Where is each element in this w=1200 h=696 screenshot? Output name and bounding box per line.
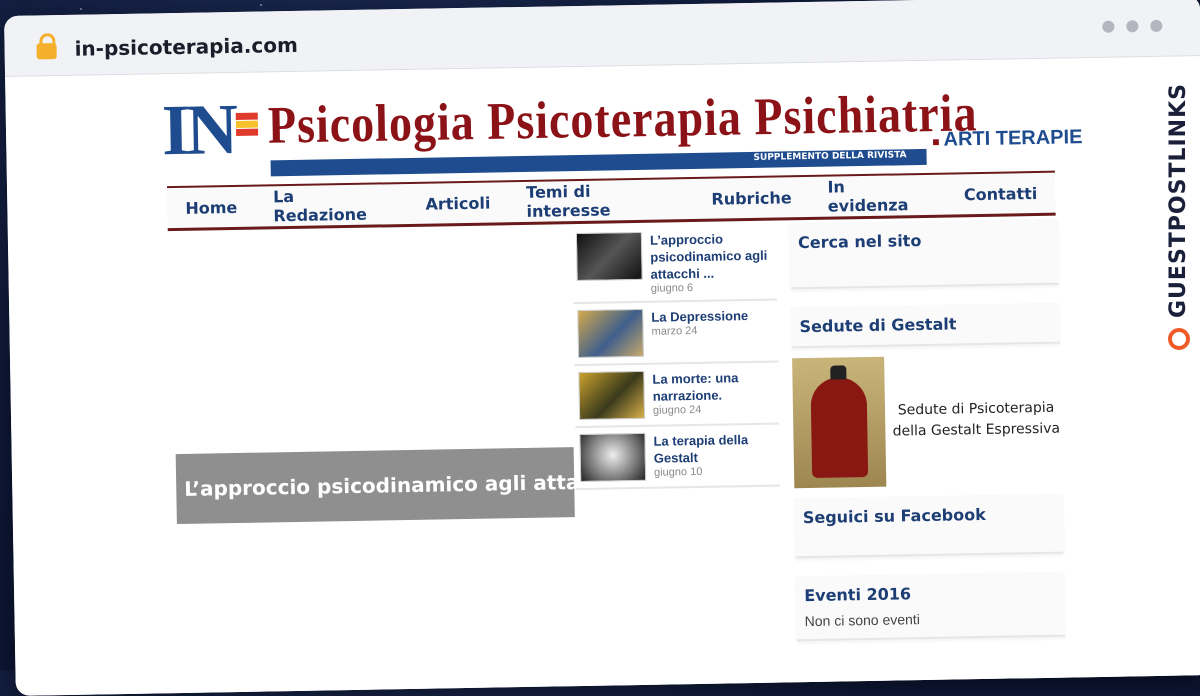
article-date: giugno 10 — [653, 465, 703, 479]
window-dot-icon[interactable] — [1126, 20, 1139, 33]
nav-contatti[interactable]: Contatti — [946, 183, 1056, 204]
guestpostlinks-watermark: GUESTPOSTLINKS — [1166, 83, 1191, 350]
facebook-title: Seguici su Facebook — [802, 504, 986, 528]
arti-flag-icon: ■ — [932, 134, 940, 149]
web-page: IN Psicologia Psicoterapia Psichiatria S… — [5, 56, 1200, 696]
list-item[interactable]: La terapia della Gestalt giugno 10 — [575, 424, 781, 491]
arti-terapie-label: ARTI TERAPIE — [943, 126, 1083, 151]
article-title[interactable]: La morte: una narrazione. — [652, 369, 775, 405]
gestalt-widget: Sedute di Gestalt — [791, 302, 1060, 349]
nav-rubriche[interactable]: Rubriche — [693, 187, 810, 208]
nav-la-redazione[interactable]: La Redazione — [255, 185, 408, 226]
gestalt-title: Sedute di Gestalt — [799, 314, 957, 337]
browser-window: in-psicoterapia.com IN Psicologia Psicot… — [4, 0, 1200, 696]
search-title: Cerca nel sito — [797, 231, 922, 253]
article-title[interactable]: La terapia della Gestalt — [653, 431, 776, 467]
site-title: Psicologia Psicoterapia Psichiatria — [267, 83, 978, 155]
list-item[interactable]: L’approccio psicodinamico agli attacchi … — [571, 223, 778, 305]
nav-in-evidenza[interactable]: In evidenza — [809, 176, 946, 216]
window-controls — [1102, 19, 1163, 33]
gestalt-image — [792, 356, 887, 489]
supplement-label: SUPPLEMENTO DELLA RIVISTA — [753, 150, 907, 163]
flag-icon — [235, 112, 259, 136]
news-list: L’approccio psicodinamico agli attacchi … — [571, 223, 781, 491]
window-dot-icon[interactable] — [1150, 19, 1163, 32]
events-text: Non ci sono eventi — [804, 611, 920, 630]
nav-temi-di-interesse[interactable]: Temi di interesse — [508, 180, 694, 221]
watermark-text: GUESTPOSTLINKS — [1166, 83, 1191, 318]
article-date: marzo 24 — [651, 324, 698, 338]
featured-title: L’approccio psicodinamico agli atta... — [184, 469, 603, 501]
window-dot-icon[interactable] — [1102, 20, 1115, 33]
nav-home[interactable]: Home — [167, 197, 255, 218]
article-title[interactable]: La Depressione — [651, 307, 748, 326]
article-thumbnail — [575, 231, 643, 282]
arti-terapie-logo: ■ ARTI TERAPIE — [932, 126, 1083, 152]
site-logo[interactable]: IN — [161, 89, 234, 170]
article-title[interactable]: L’approccio psicodinamico agli attacchi … — [650, 230, 773, 283]
sidebar: Cerca nel sito Sedute di Gestalt Sedute … — [789, 218, 1066, 660]
article-date: giugno 6 — [650, 282, 694, 295]
link-icon — [1167, 328, 1190, 350]
facebook-widget: Seguici su Facebook — [794, 493, 1064, 559]
search-widget: Cerca nel sito — [789, 218, 1059, 290]
events-title: Eventi 2016 — [804, 584, 912, 606]
address-bar[interactable]: in-psicoterapia.com — [74, 33, 298, 61]
nav-articoli[interactable]: Articoli — [407, 193, 508, 214]
article-thumbnail — [578, 370, 646, 421]
list-item[interactable]: La morte: una narrazione. giugno 24 — [574, 362, 780, 429]
gestalt-text: Sedute di Psicoterapia della Gestalt Esp… — [892, 399, 1061, 440]
list-item[interactable]: La Depressione marzo 24 — [573, 300, 779, 367]
events-widget: Eventi 2016 Non ci sono eventi — [795, 571, 1065, 642]
article-thumbnail — [579, 432, 647, 483]
lock-icon — [36, 43, 57, 60]
gestalt-banner[interactable]: Sedute di Psicoterapia della Gestalt Esp… — [792, 354, 1062, 489]
article-thumbnail — [577, 308, 645, 359]
article-date: giugno 24 — [652, 403, 702, 417]
featured-slide-caption[interactable]: L’approccio psicodinamico agli atta... — [175, 447, 602, 525]
